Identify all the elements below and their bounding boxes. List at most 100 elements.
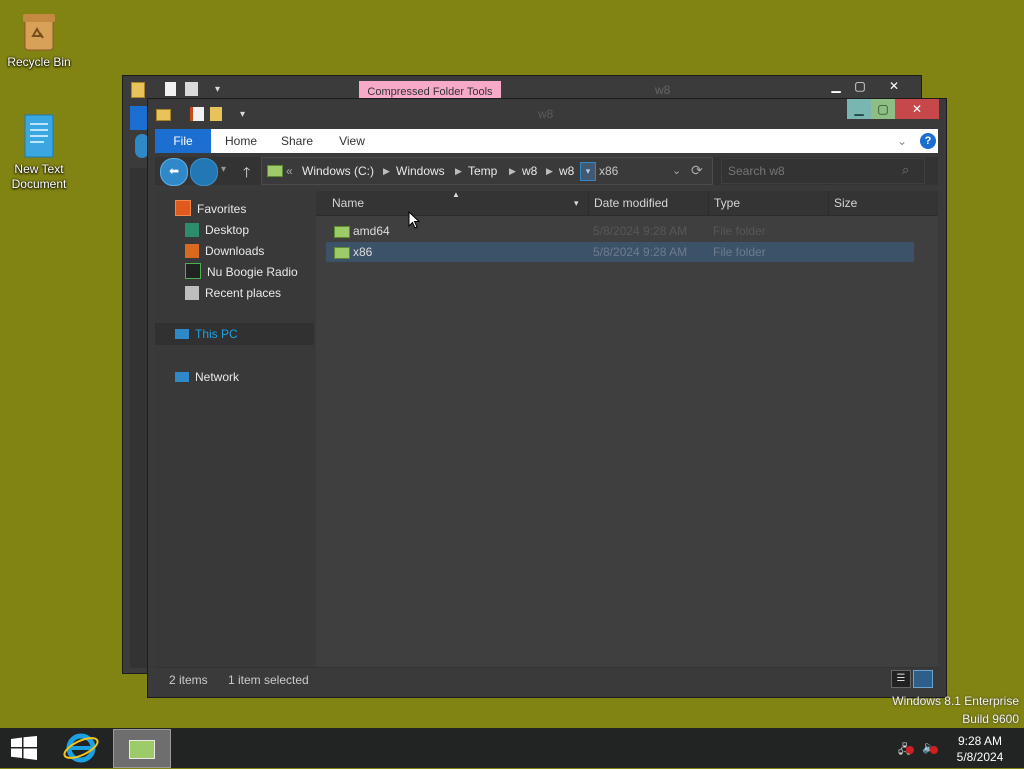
desktop-icon	[185, 223, 199, 237]
column-header-label: Type	[714, 196, 741, 210]
file-name: amd64	[353, 224, 390, 238]
status-item-count: 2 items	[169, 673, 208, 687]
large-icons-view-icon[interactable]	[913, 670, 933, 688]
recent-places-icon	[185, 286, 199, 300]
file-list: Name ▲ ▾ Date modified Type Size amd64 5…	[316, 190, 938, 667]
file-type: File folder	[713, 245, 766, 259]
mouse-cursor	[408, 210, 421, 232]
nav-item-label: Nu Boogie Radio	[207, 265, 298, 279]
maximize-button[interactable]: ▢	[848, 76, 872, 96]
download-arrow-icon	[185, 244, 199, 258]
error-x-icon	[930, 746, 938, 754]
close-button[interactable]: ✕	[872, 76, 916, 96]
address-history-chevron-icon[interactable]: ⌄	[672, 164, 681, 177]
network-status-icon[interactable]: 🖧	[898, 740, 914, 756]
status-bar: 2 items 1 item selected ☰	[155, 667, 938, 692]
nav-this-pc-row[interactable]: This PC	[155, 323, 314, 345]
minimize-button[interactable]: ▁	[824, 76, 848, 96]
nav-favorites[interactable]: Favorites	[175, 199, 246, 219]
clock-date: 5/8/2024	[956, 750, 1004, 764]
minimize-button[interactable]: ▁	[847, 99, 871, 119]
breadcrumb-separator-icon[interactable]: ▶	[509, 158, 516, 184]
search-input[interactable]	[726, 161, 900, 181]
nav-item-label: Network	[195, 370, 240, 384]
tab-home[interactable]: Home	[215, 129, 267, 153]
nav-recent-places[interactable]: Recent places	[185, 283, 281, 303]
start-button[interactable]	[10, 736, 38, 760]
new-folder-icon[interactable]	[210, 107, 222, 121]
chevron-down-icon[interactable]: ▾	[240, 109, 245, 120]
window-title: w8	[655, 83, 671, 97]
breadcrumb-separator-icon[interactable]: ▶	[455, 158, 462, 184]
explorer-window[interactable]: ▾ w8 ▁ ▢ ✕ File Home Share View ⌄ ? ⬅ ▾ …	[147, 98, 947, 698]
maximize-button[interactable]: ▢	[871, 99, 895, 119]
column-header-label: Date modified	[594, 196, 669, 210]
tab-file[interactable]: File	[155, 129, 211, 153]
desktop-icon-label: New Text Document	[11, 162, 67, 191]
up-arrow-icon[interactable]: 🡑	[243, 162, 250, 186]
breadcrumb-windows[interactable]: Windows	[396, 158, 445, 184]
tab-share[interactable]: Share	[273, 129, 321, 153]
nav-desktop[interactable]: Desktop	[185, 220, 249, 240]
refresh-icon[interactable]: ⟳	[691, 162, 703, 179]
folder-icon	[156, 109, 171, 121]
nav-this-pc[interactable]: This PC	[175, 324, 238, 344]
address-bar[interactable]: « Windows (C:) ▶ Windows ▶ Temp ▶ w8 ▶ w…	[261, 157, 713, 185]
error-x-icon	[906, 746, 914, 754]
chevron-down-icon[interactable]: ▾	[215, 84, 220, 95]
breadcrumb-separator-icon[interactable]: ▶	[383, 158, 390, 184]
nav-network[interactable]: Network	[175, 367, 239, 387]
breadcrumb-temp[interactable]: Temp	[468, 158, 497, 184]
nav-item-label: Favorites	[197, 202, 247, 216]
help-icon[interactable]: ?	[920, 133, 936, 149]
desktop-icon-recycle-bin[interactable]: Recycle Bin	[1, 12, 77, 70]
column-header-label: Size	[834, 196, 858, 210]
forward-button[interactable]	[190, 158, 218, 186]
properties-icon[interactable]	[190, 107, 204, 121]
properties-icon[interactable]	[165, 82, 176, 96]
close-button[interactable]: ✕	[895, 99, 939, 119]
breadcrumb-w8[interactable]: w8	[522, 158, 537, 184]
file-type: File folder	[713, 224, 766, 238]
folder-icon	[334, 247, 350, 259]
internet-explorer-icon	[63, 733, 99, 763]
back-button[interactable]: ⬅	[160, 158, 188, 186]
watermark-edition: Windows 8.1 Enterprise	[892, 694, 1019, 708]
volume-muted-icon[interactable]: 🔈	[922, 740, 938, 756]
radio-shortcut-icon	[185, 263, 201, 279]
computer-icon	[175, 329, 189, 339]
ribbon: File Home Share View ⌄ ?	[155, 129, 938, 153]
column-header-size[interactable]: Size	[828, 191, 942, 215]
watermark-build: Build 9600	[962, 712, 1019, 726]
desktop: { "desktop": { "icons": [ {"label": "Rec…	[0, 0, 1024, 768]
clock[interactable]: 9:28 AM 5/8/2024	[944, 733, 1016, 765]
folder-icon	[131, 82, 145, 98]
column-filter-dropdown-icon[interactable]: ▾	[574, 191, 579, 215]
recent-locations-chevron-icon[interactable]: ▾	[221, 164, 226, 175]
star-icon	[175, 200, 191, 216]
internet-explorer-taskbar-button[interactable]	[60, 730, 102, 766]
text-document-icon	[21, 113, 57, 159]
breadcrumb-x86[interactable]: x86	[599, 158, 618, 184]
column-header-name[interactable]: Name ▲ ▾	[316, 190, 587, 215]
search-icon[interactable]: ⌕	[902, 162, 909, 178]
new-folder-icon[interactable]	[185, 82, 198, 96]
chevron-down-icon[interactable]: ⌄	[897, 129, 907, 153]
nav-downloads[interactable]: Downloads	[185, 241, 264, 261]
breadcrumb-separator-icon[interactable]: ▶	[546, 158, 553, 184]
context-tab-label: Compressed Folder Tools	[367, 86, 493, 98]
file-explorer-taskbar-button[interactable]	[113, 729, 171, 768]
search-box[interactable]: ⌕	[721, 158, 925, 184]
breadcrumb-w8-inner[interactable]: w8	[559, 158, 574, 184]
breadcrumb-dropdown-icon[interactable]: ▾	[580, 162, 596, 181]
breadcrumb-windows-c[interactable]: Windows (C:)	[302, 158, 374, 184]
file-row-x86[interactable]: x86 5/8/2024 9:28 AM File folder	[326, 242, 914, 262]
breadcrumb-overflow[interactable]: «	[286, 158, 293, 184]
column-header-date-modified[interactable]: Date modified	[588, 191, 712, 215]
taskbar: 🖧 🔈 9:28 AM 5/8/2024	[0, 728, 1024, 768]
column-header-type[interactable]: Type	[708, 191, 832, 215]
tab-view[interactable]: View	[327, 129, 377, 153]
nav-nu-boogie-radio[interactable]: Nu Boogie Radio	[185, 262, 298, 282]
details-view-icon[interactable]: ☰	[891, 670, 911, 688]
desktop-icon-new-text-document[interactable]: New Text Document	[1, 113, 77, 192]
